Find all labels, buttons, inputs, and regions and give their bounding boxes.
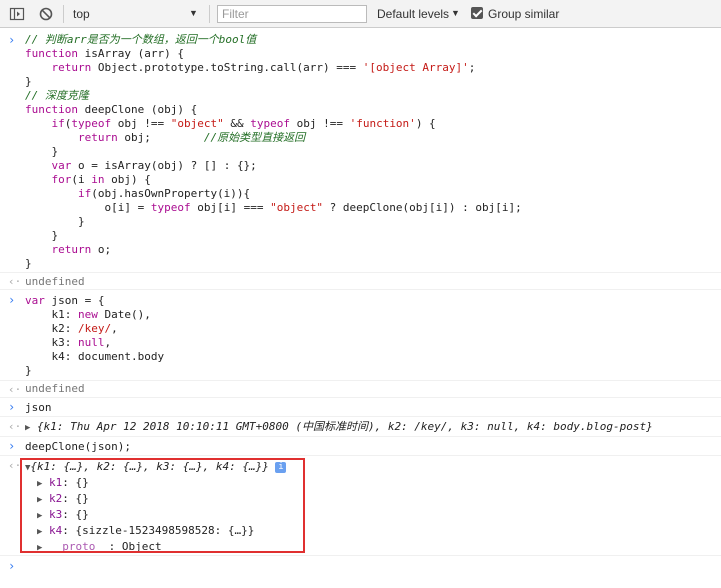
levels-dropdown-icon[interactable]: ▼ <box>451 8 460 18</box>
console-input-message: › <box>0 399 721 417</box>
code-line: var json = { <box>25 294 105 307</box>
highlight-annotation-box <box>20 458 305 553</box>
code-line: function isArray (arr) { <box>25 47 184 60</box>
code-line: return Object.prototype.toString.call(ar… <box>51 61 476 74</box>
expand-triangle-icon[interactable]: ▶ <box>25 423 30 433</box>
code-line: // 深度克隆 <box>25 89 89 102</box>
log-levels-dropdown[interactable]: Default levels <box>377 7 449 21</box>
prompt-chevron-icon: › <box>8 400 16 414</box>
code-line: return o; <box>51 243 112 256</box>
context-dropdown-icon[interactable]: ▼ <box>189 8 198 18</box>
command-text: deepClone(json); <box>25 440 131 453</box>
code-line: } <box>25 215 85 228</box>
code-line: } <box>25 257 32 270</box>
prompt-chevron-icon: › <box>8 33 16 47</box>
json-object-preview[interactable]: ▶ {k1: Thu Apr 12 2018 10:10:11 GMT+0800… <box>25 420 653 434</box>
console-prompt-line[interactable]: › <box>0 556 721 588</box>
result-value: undefined <box>25 382 85 395</box>
prompt-chevron-icon: › <box>8 559 16 573</box>
result-value: undefined <box>25 275 85 288</box>
result-arrow-icon: ‹· <box>8 420 22 433</box>
console-result-message: ‹· <box>0 381 721 398</box>
code-line: } <box>25 229 59 242</box>
code-line: } <box>25 145 59 158</box>
json-object-summary: {k1: Thu Apr 12 2018 10:10:11 GMT+0800 (… <box>37 420 653 433</box>
clear-console-icon[interactable] <box>38 6 54 22</box>
code-line: k1: new Date(), <box>25 308 151 321</box>
code-line: k2: /key/, <box>25 322 118 335</box>
command-text: json <box>25 401 52 414</box>
filter-input[interactable] <box>217 5 367 23</box>
code-line: var o = isArray(obj) ? [] : {}; <box>51 159 257 172</box>
code-line: k4: document.body <box>25 350 165 363</box>
group-similar-checkbox[interactable] <box>471 7 483 19</box>
code-line: function deepClone (obj) { <box>25 103 198 116</box>
code-line: o[i] = typeof obj[i] === "object" ? deep… <box>25 201 522 214</box>
code-line: if(typeof obj !== "object" && typeof obj… <box>51 117 436 130</box>
code-line: for(i in obj) { <box>51 173 151 186</box>
code-line: } <box>25 75 32 88</box>
code-line: if(obj.hasOwnProperty(i)){ <box>77 187 251 200</box>
context-selector[interactable]: top <box>73 7 90 21</box>
console-result-message: ‹· <box>0 273 721 290</box>
code-line: // 判断arr是否为一个数组，返回一个bool值 <box>25 33 257 46</box>
result-arrow-icon: ‹· <box>8 383 22 396</box>
code-line: return obj; //原始类型直接返回 <box>77 131 306 144</box>
sidebar-toggle-icon[interactable] <box>9 6 25 22</box>
result-arrow-icon: ‹· <box>8 275 22 288</box>
toolbar-divider <box>63 5 64 23</box>
code-line: k3: null, <box>25 336 112 349</box>
group-similar-label: Group similar <box>488 7 560 21</box>
prompt-chevron-icon: › <box>8 293 16 307</box>
prompt-chevron-icon: › <box>8 439 16 453</box>
console-toolbar: top ▼ Default levels ▼ Group similar <box>0 0 721 28</box>
toolbar-divider <box>209 5 210 23</box>
code-line: } <box>25 364 32 377</box>
